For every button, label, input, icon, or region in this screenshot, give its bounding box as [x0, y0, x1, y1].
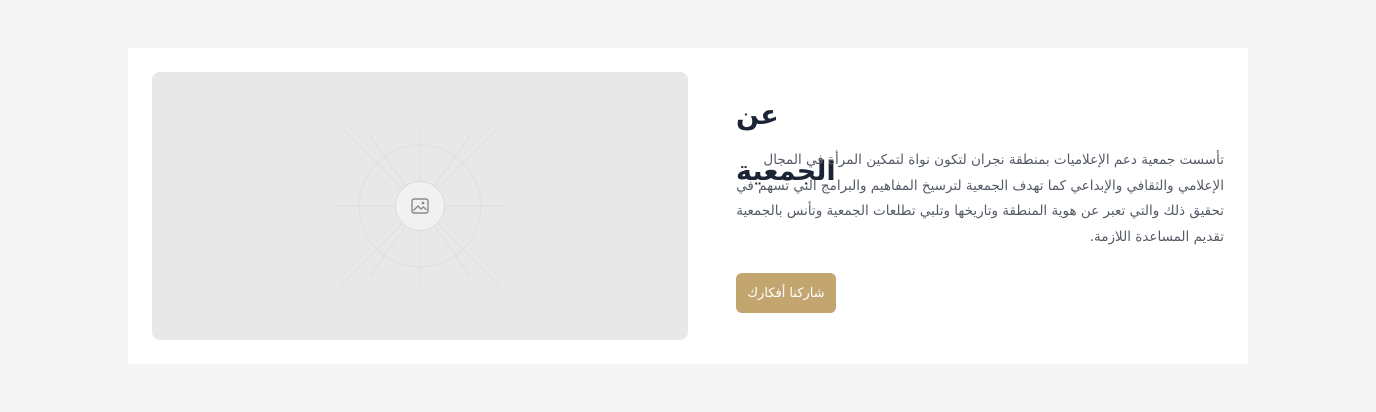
image-placeholder	[152, 72, 688, 340]
image-icon	[395, 181, 445, 231]
about-section: عن الجمعية تأسست جمعية دعم الإعلاميات بم…	[128, 48, 1248, 364]
share-ideas-button[interactable]: شاركنا أفكارك	[736, 273, 836, 313]
about-content: عن الجمعية تأسست جمعية دعم الإعلاميات بم…	[736, 88, 1224, 250]
about-description: تأسست جمعية دعم الإعلاميات بمنطقة نجران …	[736, 152, 1224, 245]
